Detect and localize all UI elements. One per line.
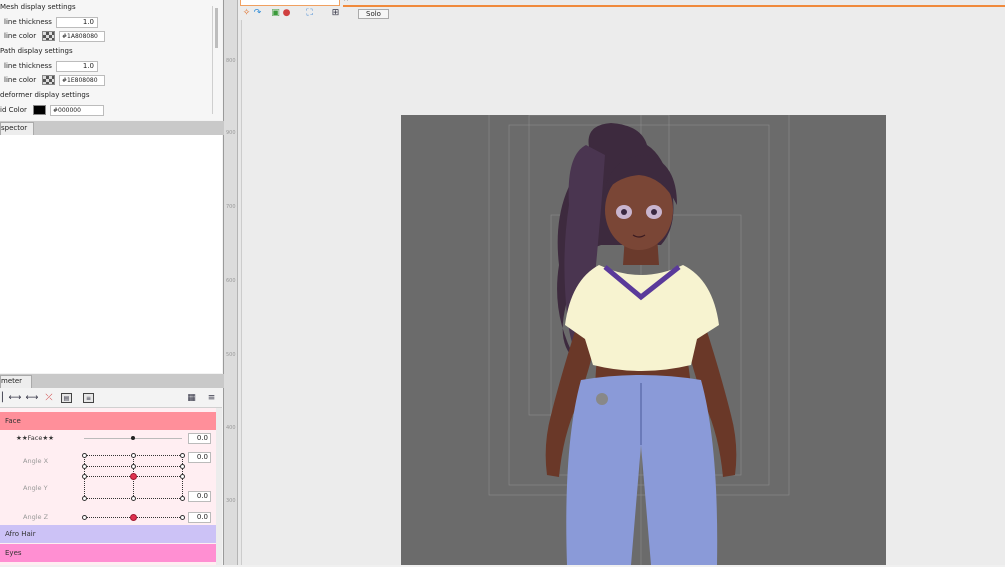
- param-key-range-icon[interactable]: ⟷: [25, 393, 39, 403]
- param-angle-x-label: Angle X: [23, 457, 49, 465]
- param-face-star-value[interactable]: 0.0: [188, 433, 211, 444]
- inspector-panel: [0, 135, 222, 373]
- mesh-thickness-input[interactable]: 1.0: [56, 17, 98, 28]
- ruler-label: 900: [226, 130, 236, 136]
- param-list-icon[interactable]: ≡: [83, 393, 94, 403]
- arrow-tool-icon[interactable]: ✧: [241, 8, 252, 18]
- grid-color-swatch[interactable]: [33, 105, 46, 115]
- parameter-scrollbar[interactable]: [216, 408, 222, 565]
- mesh-thickness-label: line thickness: [4, 18, 52, 26]
- param-grid-current-knob[interactable]: [130, 473, 137, 480]
- param-add-key-icon[interactable]: ⟷: [8, 393, 22, 403]
- close-tab-icon[interactable]: ×: [343, 0, 349, 3]
- vertical-ruler: 800 900 700 600 500 400 300: [226, 20, 242, 565]
- model-canvas[interactable]: [401, 104, 886, 565]
- mesh-display-header: Mesh display settings: [0, 3, 76, 11]
- ruler-label: 500: [226, 352, 236, 358]
- cat-charm-icon: [596, 393, 608, 405]
- left-pupil: [621, 209, 627, 215]
- grid-color-hex-input[interactable]: #000000: [50, 105, 104, 116]
- settings-scroll-thumb[interactable]: [215, 8, 218, 48]
- tab-inspector[interactable]: spector: [0, 122, 34, 135]
- path-color-label: line color: [4, 76, 37, 84]
- param-grid-knob[interactable]: [82, 453, 87, 458]
- group-afro-hair[interactable]: Afro Hair: [0, 525, 216, 543]
- param-grid-knob[interactable]: [180, 453, 185, 458]
- param-menu-icon[interactable]: ≡: [206, 393, 217, 403]
- grid-toggle-icon[interactable]: ⊞: [330, 8, 341, 18]
- display-settings-panel: Mesh display settings line thickness 1.0…: [0, 0, 222, 120]
- red-tool-icon[interactable]: ●: [281, 8, 292, 18]
- param-angle-z-knob-min[interactable]: [82, 515, 87, 520]
- group-eyes[interactable]: Eyes: [0, 544, 216, 562]
- param-angle-z-label: Angle Z: [23, 513, 49, 521]
- param-grid-knob[interactable]: [131, 496, 136, 501]
- param-clipboard-icon[interactable]: ▦: [186, 393, 197, 403]
- parameter-tab-bar: meter: [0, 374, 224, 388]
- tab-parameter[interactable]: meter: [0, 375, 32, 388]
- jeans: [566, 375, 718, 565]
- group-face-label: Face: [5, 417, 21, 425]
- ruler-label: 600: [226, 278, 236, 284]
- param-delete-key-icon[interactable]: ⤫: [42, 393, 56, 403]
- left-panel: Mesh display settings line thickness 1.0…: [0, 0, 224, 565]
- group-eyes-label: Eyes: [5, 549, 22, 557]
- param-face-star-slider-knob[interactable]: [131, 436, 135, 440]
- ruler-label: 700: [226, 204, 236, 210]
- param-angle-z-value[interactable]: 0.0: [188, 512, 211, 523]
- path-display-header: Path display settings: [0, 47, 73, 55]
- path-thickness-input[interactable]: 1.0: [56, 61, 98, 72]
- param-angle-z-knob-max[interactable]: [180, 515, 185, 520]
- path-color-hex-input[interactable]: #1E808080: [59, 75, 105, 86]
- param-grid-knob[interactable]: [131, 464, 136, 469]
- param-angle-x-value[interactable]: 0.0: [188, 452, 211, 463]
- solo-button[interactable]: Solo: [358, 9, 389, 19]
- path-color-swatch[interactable]: [42, 75, 55, 85]
- group-face[interactable]: Face: [0, 412, 216, 430]
- mesh-color-swatch[interactable]: [42, 31, 55, 41]
- ruler-label: 800: [226, 58, 236, 64]
- param-table-icon[interactable]: ▤: [61, 393, 72, 403]
- green-tool-icon[interactable]: ▣: [270, 8, 281, 18]
- param-angle-y-value[interactable]: 0.0: [188, 491, 211, 502]
- param-grid-knob[interactable]: [131, 453, 136, 458]
- ruler-label: 400: [226, 425, 236, 431]
- right-pupil: [651, 209, 657, 215]
- parameter-toolbar: ▏ ⟷ ⟷ ⤫ ▤ ≡ ▦ ≡: [0, 388, 222, 408]
- character-model: [488, 104, 790, 565]
- parameter-list: Face ★★Face★★ 0.0 Angle X 0.0 Angle Y 0.…: [0, 408, 216, 565]
- param-angle-z-knob-current[interactable]: [130, 514, 137, 521]
- main-view: × ✧ ↷ ▣ ● ⛶ ⊞ Solo 800 900 700 600 500 4…: [226, 0, 1005, 565]
- settings-scrollbar[interactable]: [212, 6, 219, 114]
- group-afro-hair-label: Afro Hair: [5, 530, 36, 538]
- param-grid-knob[interactable]: [180, 464, 185, 469]
- param-grid-knob[interactable]: [82, 474, 87, 479]
- view-toolbar: ✧ ↷ ▣ ● ⛶ ⊞ Solo: [238, 6, 1005, 20]
- mesh-color-hex-input[interactable]: #1A808080: [59, 31, 105, 42]
- param-grid-knob[interactable]: [82, 464, 87, 469]
- deformer-display-header: deformer display settings: [0, 91, 90, 99]
- ruler-label: 300: [226, 498, 236, 504]
- grid-color-label: id Color: [0, 106, 27, 114]
- param-grid-knob[interactable]: [82, 496, 87, 501]
- path-thickness-label: line thickness: [4, 62, 52, 70]
- param-grid-knob[interactable]: [180, 474, 185, 479]
- rotate-tool-icon[interactable]: ↷: [252, 8, 263, 18]
- fit-view-icon[interactable]: ⛶: [304, 8, 315, 18]
- mesh-color-label: line color: [4, 32, 37, 40]
- param-grid-knob[interactable]: [180, 496, 185, 501]
- inspector-tab-bar: spector: [0, 121, 224, 135]
- param-angle-y-label: Angle Y: [23, 484, 48, 492]
- param-face-star-label: ★★Face★★: [16, 434, 55, 442]
